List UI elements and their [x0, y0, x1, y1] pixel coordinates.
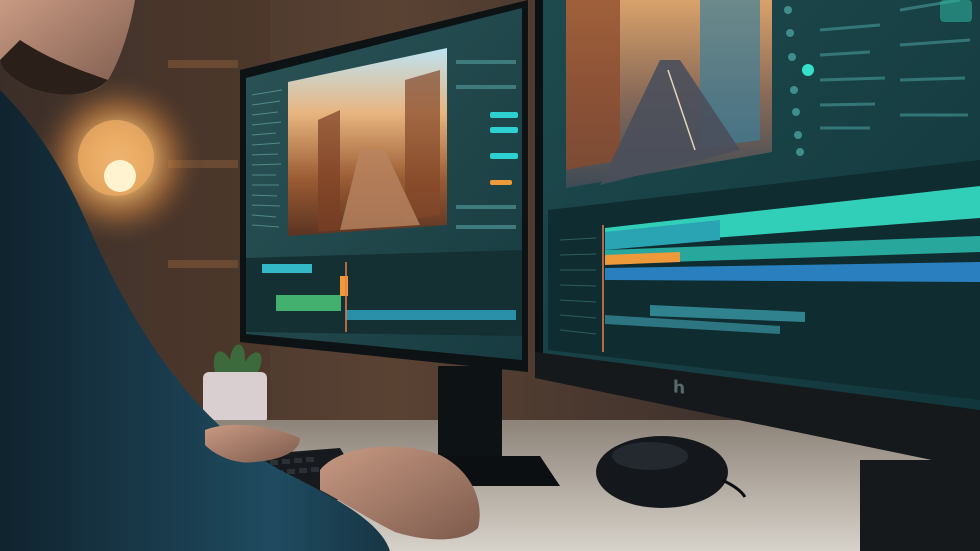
scene-illustration [0, 0, 980, 551]
photo-scene: h [0, 0, 980, 551]
monitor-logo: h [672, 377, 686, 399]
